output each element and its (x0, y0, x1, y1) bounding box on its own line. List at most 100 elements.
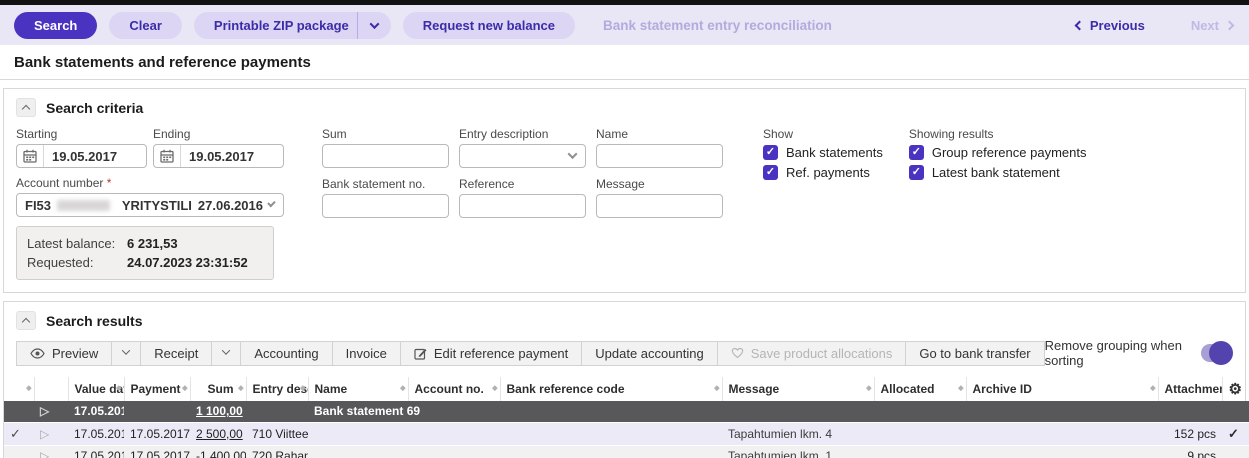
bank-statement-no-input[interactable] (322, 194, 449, 218)
column-header-value-date[interactable]: Value date◆ (67, 377, 124, 401)
checkbox-bank-statements[interactable]: ✓ Bank statements (763, 145, 883, 160)
settings-cell: ✓ (1222, 422, 1249, 445)
update-accounting-label: Update accounting (595, 345, 704, 361)
starting-date-input[interactable]: 19.05.2017 (16, 144, 147, 168)
go-to-bank-transfer-label: Go to bank transfer (919, 345, 1031, 361)
receipt-button[interactable]: Receipt (140, 340, 213, 366)
checkbox-ref-payments[interactable]: ✓ Ref. payments (763, 165, 883, 180)
column-header-archive-id[interactable]: Archive ID ◆ (965, 377, 1158, 401)
accounting-button[interactable]: Accounting (240, 340, 333, 366)
table-row-selected[interactable]: ✓ ▷ 17.05.2017 17.05.2017 2 500,00 710 V… (4, 422, 1249, 445)
column-header-allocated[interactable]: Allocated ◆ (873, 377, 966, 401)
name-input[interactable] (596, 144, 723, 168)
sum-link[interactable]: 2 500,00 (196, 427, 243, 441)
save-product-allocations-button-disabled[interactable]: Save product allocations (716, 340, 907, 366)
heart-icon (731, 347, 743, 359)
column-header-bank-reference-code[interactable]: Bank reference code ◆ (499, 377, 722, 401)
table-row-group-bank-statement[interactable]: ▷ 17.05.2017 1 100,00 Bank statement 69 (4, 401, 1249, 422)
edit-reference-payment-button[interactable]: Edit reference payment (399, 340, 583, 366)
checkbox-label: Latest bank statement (931, 165, 1060, 180)
search-button[interactable]: Search (14, 11, 98, 39)
collapse-search-criteria-button[interactable] (16, 98, 36, 117)
column-header-name[interactable]: Name ◆ (307, 377, 408, 401)
sort-icon: ◆ (714, 385, 720, 392)
select-cell[interactable] (4, 401, 34, 422)
preview-dropdown-button[interactable] (111, 340, 142, 366)
checkbox-label: Bank statements (786, 145, 883, 160)
search-criteria-header: Search criteria (4, 89, 1245, 123)
sum-input[interactable] (322, 144, 449, 168)
account-number-select[interactable]: FI53 YRITYSTILI 27.06.2016 (16, 193, 284, 217)
column-header-attachments[interactable]: Attachments (1157, 377, 1223, 401)
sum-cell[interactable]: -1 400,00 (190, 445, 246, 458)
reconciliation-label-disabled: Bank statement entry reconciliation (603, 17, 832, 33)
previous-button[interactable]: Previous (1074, 18, 1145, 33)
column-label: Message (728, 382, 780, 396)
column-header-sum[interactable]: Sum ◆ (189, 377, 246, 401)
update-accounting-button[interactable]: Update accounting (581, 340, 718, 366)
sort-icon: ◆ (238, 385, 244, 392)
message-input[interactable] (596, 194, 723, 218)
column-header-entry-description[interactable]: Entry description◆ (245, 377, 308, 401)
archive-id-cell (966, 422, 1158, 445)
checkbox-latest-bank-statement[interactable]: ✓ Latest bank statement (908, 165, 1087, 180)
next-label: Next (1190, 17, 1219, 33)
sum-link[interactable]: 1 100,00 (196, 404, 243, 418)
expand-cell[interactable]: ▷ (34, 401, 68, 422)
select-cell[interactable]: ✓ (4, 422, 34, 445)
chevron-down-icon (222, 346, 231, 355)
entry-description-select[interactable] (459, 144, 586, 168)
select-column-header[interactable]: ◆ (4, 377, 34, 401)
checkbox-group-reference-payments[interactable]: ✓ Group reference payments (908, 145, 1086, 160)
receipt-dropdown-button[interactable] (211, 340, 242, 366)
column-settings-header[interactable]: ⚙ (1221, 377, 1249, 401)
expand-cell[interactable]: ▷ (34, 422, 68, 445)
name-cell (308, 422, 408, 445)
expand-cell[interactable]: ▷ (34, 445, 68, 458)
preview-button[interactable]: Preview (16, 340, 113, 366)
account-number-label-text: Account number (16, 176, 104, 190)
group-label-cell: Bank statement 69 (314, 404, 421, 419)
expand-triangle-icon[interactable]: ▷ (40, 404, 49, 418)
ending-date-input[interactable]: 19.05.2017 (153, 144, 284, 168)
chevron-down-icon (122, 346, 131, 355)
column-label: Sum (207, 382, 234, 396)
requested-label: Requested: (27, 255, 94, 270)
sum-cell[interactable]: 1 100,00 (190, 401, 246, 422)
attachments-cell: 9 pcs (1187, 448, 1216, 458)
sum-cell[interactable]: 2 500,00 (190, 422, 246, 445)
dates-account-column: Starting 19.05.2017 Ending 19.05.2017 Ac… (16, 127, 284, 280)
printable-zip-button[interactable]: Printable ZIP package (193, 11, 391, 39)
table-header-row: ◆ Value date◆ Payment◆ Sum◆ Entry descri… (4, 377, 1249, 401)
expand-column-header (33, 377, 68, 401)
clear-button[interactable]: Clear (109, 11, 182, 39)
ending-field: Ending 19.05.2017 (153, 127, 284, 168)
allocated-cell (874, 445, 966, 458)
printable-zip-dropdown[interactable] (356, 11, 391, 39)
account-iban-prefix: FI53 (25, 197, 52, 213)
sort-icon: ◆ (116, 385, 122, 392)
collapse-search-results-button[interactable] (16, 311, 36, 330)
entry-description-cell: 720 Rahanl�he (252, 448, 308, 458)
remove-grouping-toggle[interactable] (1200, 341, 1233, 365)
column-header-payment[interactable]: Payment ◆ (123, 377, 190, 401)
expand-triangle-icon[interactable]: ▷ (40, 449, 49, 458)
results-toolbar: Preview Receipt Accounting Invoice Edit … (4, 336, 1245, 368)
reference-input[interactable] (459, 194, 586, 218)
calendar-icon[interactable] (154, 145, 181, 167)
invoice-button[interactable]: Invoice (331, 340, 401, 366)
go-to-bank-transfer-button[interactable]: Go to bank transfer (905, 340, 1045, 366)
column-header-message[interactable]: Message ◆ (721, 377, 874, 401)
expand-triangle-icon[interactable]: ▷ (40, 427, 49, 441)
column-label: Attachments (1164, 382, 1223, 396)
calendar-icon[interactable] (17, 145, 44, 167)
table-row[interactable]: ▷ 17.05.2017 17.05.2017 -1 400,00 720 Ra… (4, 445, 1249, 458)
request-new-balance-button[interactable]: Request new balance (402, 11, 575, 39)
next-button-disabled[interactable]: Next (1190, 17, 1235, 33)
sum-link[interactable]: -1 400,00 (196, 449, 246, 458)
column-header-account-no[interactable]: Account no. ◆ (407, 377, 500, 401)
select-cell[interactable] (4, 445, 34, 458)
save-product-allocations-label: Save product allocations (750, 345, 893, 361)
column-label: Payment (130, 382, 181, 396)
chevron-left-icon (1074, 20, 1085, 30)
